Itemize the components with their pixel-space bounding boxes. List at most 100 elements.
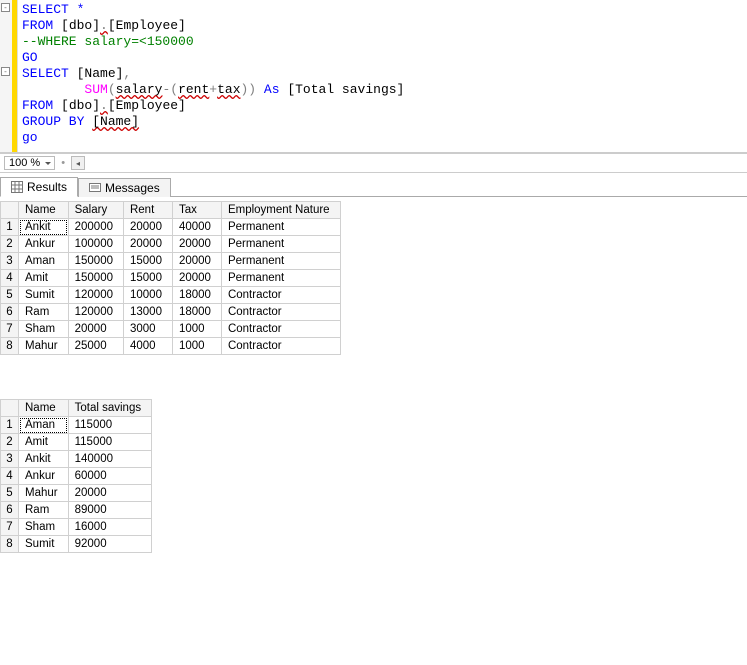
table-cell[interactable]: 89000 <box>68 502 151 519</box>
column-header[interactable]: Total savings <box>68 400 151 417</box>
table-cell[interactable]: 115000 <box>68 434 151 451</box>
table-row[interactable]: 7Sham16000 <box>1 519 152 536</box>
tab-results[interactable]: Results <box>0 177 78 197</box>
column-header[interactable]: Employment Nature <box>221 202 340 219</box>
table-row[interactable]: 2Ankur1000002000020000Permanent <box>1 236 341 253</box>
column-header[interactable]: Salary <box>68 202 123 219</box>
table-cell[interactable]: Mahur <box>19 338 69 355</box>
table-cell[interactable]: 1000 <box>172 321 221 338</box>
table-row[interactable]: 6Ram89000 <box>1 502 152 519</box>
table-row[interactable]: 8Mahur2500040001000Contractor <box>1 338 341 355</box>
table-cell[interactable]: 150000 <box>68 270 123 287</box>
row-number[interactable]: 1 <box>1 417 19 434</box>
row-number[interactable]: 6 <box>1 304 19 321</box>
table-cell[interactable]: Mahur <box>19 485 69 502</box>
table-cell[interactable]: Sham <box>19 321 69 338</box>
table-cell[interactable]: 20000 <box>123 219 172 236</box>
row-number[interactable]: 2 <box>1 434 19 451</box>
table-row[interactable]: 7Sham2000030001000Contractor <box>1 321 341 338</box>
table-cell[interactable]: Sumit <box>19 287 69 304</box>
table-cell[interactable]: Permanent <box>221 236 340 253</box>
table-cell[interactable]: 20000 <box>172 236 221 253</box>
table-cell[interactable]: Ankit <box>19 219 69 236</box>
sql-code-area[interactable]: SELECT * FROM [dbo].[Employee] --WHERE s… <box>18 0 747 152</box>
table-cell[interactable]: Aman <box>19 253 69 270</box>
table-cell[interactable]: 20000 <box>172 270 221 287</box>
table-row[interactable]: 6Ram1200001300018000Contractor <box>1 304 341 321</box>
table-row[interactable]: 4Ankur60000 <box>1 468 152 485</box>
table-cell[interactable]: 15000 <box>123 253 172 270</box>
results-table-2[interactable]: NameTotal savings1Aman1150002Amit1150003… <box>0 399 152 553</box>
table-row[interactable]: 1Ankit2000002000040000Permanent <box>1 219 341 236</box>
table-cell[interactable]: Contractor <box>221 321 340 338</box>
table-cell[interactable]: 200000 <box>68 219 123 236</box>
table-row[interactable]: 3Aman1500001500020000Permanent <box>1 253 341 270</box>
table-row[interactable]: 4Amit1500001500020000Permanent <box>1 270 341 287</box>
row-number[interactable]: 6 <box>1 502 19 519</box>
table-row[interactable]: 5Mahur20000 <box>1 485 152 502</box>
table-row[interactable]: 3Ankit140000 <box>1 451 152 468</box>
column-header[interactable]: Rent <box>123 202 172 219</box>
table-cell[interactable]: 13000 <box>123 304 172 321</box>
table-row[interactable]: 2Amit115000 <box>1 434 152 451</box>
row-number[interactable]: 7 <box>1 321 19 338</box>
table-cell[interactable]: 92000 <box>68 536 151 553</box>
table-row[interactable]: 8Sumit92000 <box>1 536 152 553</box>
table-cell[interactable]: Permanent <box>221 253 340 270</box>
table-cell[interactable]: Sumit <box>19 536 69 553</box>
table-cell[interactable]: 15000 <box>123 270 172 287</box>
table-cell[interactable]: Ram <box>19 304 69 321</box>
table-cell[interactable]: 18000 <box>172 287 221 304</box>
table-cell[interactable]: 1000 <box>172 338 221 355</box>
table-cell[interactable]: Contractor <box>221 287 340 304</box>
column-header[interactable]: Name <box>19 202 69 219</box>
table-cell[interactable]: Permanent <box>221 219 340 236</box>
row-number[interactable]: 8 <box>1 536 19 553</box>
table-cell[interactable]: 3000 <box>123 321 172 338</box>
results-table-1[interactable]: NameSalaryRentTaxEmployment Nature1Ankit… <box>0 201 341 355</box>
table-cell[interactable]: 20000 <box>68 485 151 502</box>
table-cell[interactable]: 20000 <box>68 321 123 338</box>
scroll-left-button[interactable]: ◂ <box>71 156 85 170</box>
row-number[interactable]: 2 <box>1 236 19 253</box>
table-cell[interactable]: Ram <box>19 502 69 519</box>
table-cell[interactable]: 25000 <box>68 338 123 355</box>
table-cell[interactable]: Aman <box>19 417 69 434</box>
row-number[interactable]: 3 <box>1 451 19 468</box>
row-number[interactable]: 4 <box>1 270 19 287</box>
row-number[interactable]: 1 <box>1 219 19 236</box>
row-header[interactable] <box>1 202 19 219</box>
zoom-dropdown[interactable]: 100 % <box>4 156 55 170</box>
table-cell[interactable]: 120000 <box>68 287 123 304</box>
table-cell[interactable]: 20000 <box>123 236 172 253</box>
table-cell[interactable]: Contractor <box>221 304 340 321</box>
table-cell[interactable]: 40000 <box>172 219 221 236</box>
table-cell[interactable]: Sham <box>19 519 69 536</box>
table-cell[interactable]: Ankur <box>19 468 69 485</box>
table-cell[interactable]: Permanent <box>221 270 340 287</box>
table-cell[interactable]: Ankit <box>19 451 69 468</box>
table-cell[interactable]: 10000 <box>123 287 172 304</box>
table-row[interactable]: 1Aman115000 <box>1 417 152 434</box>
table-cell[interactable]: Amit <box>19 270 69 287</box>
table-cell[interactable]: 115000 <box>68 417 151 434</box>
table-row[interactable]: 5Sumit1200001000018000Contractor <box>1 287 341 304</box>
row-number[interactable]: 8 <box>1 338 19 355</box>
table-cell[interactable]: 4000 <box>123 338 172 355</box>
collapse-toggle-icon[interactable]: - <box>1 3 10 12</box>
column-header[interactable]: Name <box>19 400 69 417</box>
row-header[interactable] <box>1 400 19 417</box>
row-number[interactable]: 5 <box>1 485 19 502</box>
table-cell[interactable]: 16000 <box>68 519 151 536</box>
table-cell[interactable]: 60000 <box>68 468 151 485</box>
collapse-toggle-icon[interactable]: - <box>1 67 10 76</box>
tab-messages[interactable]: Messages <box>78 178 171 197</box>
row-number[interactable]: 4 <box>1 468 19 485</box>
row-number[interactable]: 5 <box>1 287 19 304</box>
table-cell[interactable]: Ankur <box>19 236 69 253</box>
row-number[interactable]: 7 <box>1 519 19 536</box>
table-cell[interactable]: 140000 <box>68 451 151 468</box>
table-cell[interactable]: 150000 <box>68 253 123 270</box>
table-cell[interactable]: 100000 <box>68 236 123 253</box>
table-cell[interactable]: 20000 <box>172 253 221 270</box>
